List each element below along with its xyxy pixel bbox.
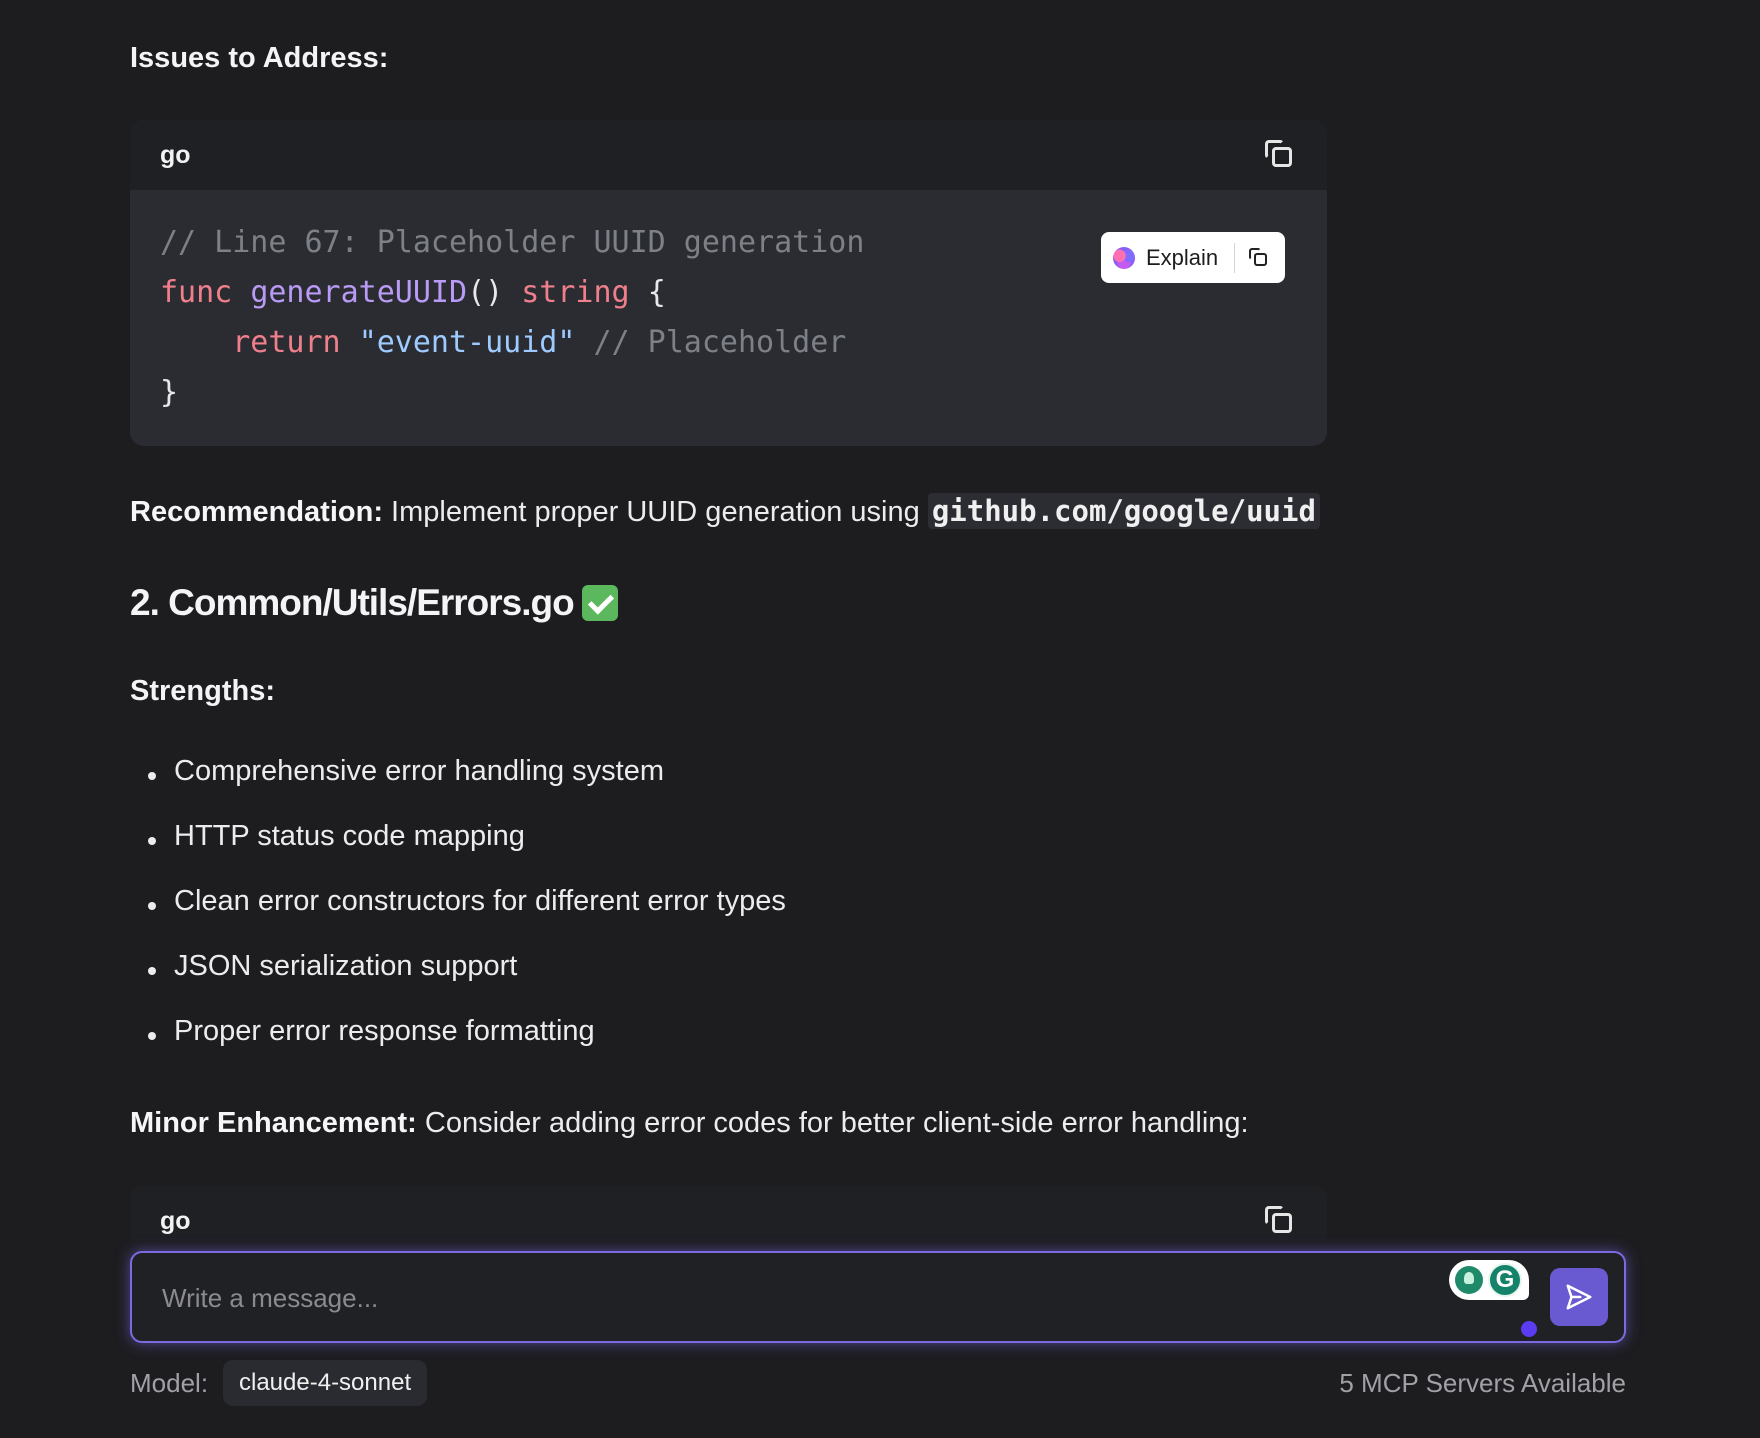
code-block: go — [130, 1186, 1327, 1240]
code-block-header: go — [130, 1186, 1327, 1240]
explain-label: Explain — [1146, 244, 1219, 270]
list-item-text: HTTP status code mapping — [174, 820, 525, 852]
toolbar-divider — [1234, 242, 1236, 273]
code-line: return "event-uuid" // Placeholder — [160, 318, 1297, 368]
list-item: Proper error response formatting — [148, 1015, 786, 1080]
composer-footer: Model: claude-4-sonnet 5 MCP Servers Ava… — [130, 1360, 1626, 1406]
writing-assistant-widget[interactable]: G — [1449, 1260, 1529, 1300]
code-block: go // Line 67: Placeholder UUID generati… — [130, 120, 1327, 446]
recommendation-label: Recommendation: — [130, 496, 383, 528]
copy-icon[interactable] — [1248, 247, 1270, 269]
code-keyword: return — [232, 325, 341, 360]
explain-toolbar: Explain — [1101, 232, 1285, 283]
lightbulb-icon[interactable] — [1455, 1266, 1483, 1294]
list-item-text: Comprehensive error handling system — [174, 755, 664, 787]
brain-icon — [1113, 246, 1135, 269]
code-punct: } — [160, 375, 179, 410]
message-input[interactable] — [162, 1277, 1422, 1319]
grammarly-icon[interactable]: G — [1488, 1263, 1522, 1297]
send-button[interactable] — [1550, 1268, 1608, 1326]
code-keyword: func — [160, 275, 233, 310]
check-mark-icon — [581, 585, 618, 621]
message-composer: G — [130, 1251, 1626, 1343]
code-comment: // Line 67: Placeholder UUID generation — [160, 225, 865, 260]
recommendation-paragraph: Recommendation: Implement proper UUID ge… — [130, 493, 1320, 529]
status-dot — [1521, 1321, 1537, 1337]
copy-code-icon[interactable] — [1263, 138, 1297, 172]
code-language-label: go — [160, 140, 191, 169]
enhancement-label: Minor Enhancement: — [130, 1107, 417, 1139]
list-item: HTTP status code mapping — [148, 820, 786, 885]
section-heading-text: 2. Common/Utils/Errors.go — [130, 582, 575, 623]
strengths-list: Comprehensive error handling system HTTP… — [148, 755, 786, 1080]
enhancement-text: Consider adding error codes for better c… — [416, 1107, 1249, 1139]
section-heading: 2. Common/Utils/Errors.go — [130, 582, 618, 624]
code-language-label: go — [160, 1206, 191, 1235]
code-punct: () — [467, 275, 504, 310]
code-function-name: generateUUID — [250, 275, 468, 310]
recommendation-text: Implement proper UUID generation using — [382, 496, 928, 528]
code-block-header: go — [130, 120, 1327, 190]
list-item: JSON serialization support — [148, 950, 786, 1015]
mcp-servers-status[interactable]: 5 MCP Servers Available — [1339, 1368, 1626, 1399]
issues-heading: Issues to Address: — [130, 42, 389, 74]
code-line: } — [160, 368, 1297, 418]
list-item: Clean error constructors for different e… — [148, 885, 786, 950]
inline-code: github.com/google/uuid — [927, 493, 1320, 529]
code-punct: { — [647, 275, 666, 310]
code-comment: // Placeholder — [593, 325, 847, 360]
code-string: "event-uuid" — [358, 325, 576, 360]
model-selector[interactable]: claude-4-sonnet — [223, 1360, 428, 1406]
list-item-text: Proper error response formatting — [174, 1015, 595, 1047]
send-icon — [1566, 1284, 1592, 1310]
explain-button[interactable]: Explain — [1101, 232, 1218, 283]
chat-transcript: Issues to Address: go // Line 67: Placeh… — [0, 0, 1760, 1240]
copy-code-icon[interactable] — [1263, 1204, 1297, 1238]
enhancement-paragraph: Minor Enhancement: Consider adding error… — [130, 1107, 1249, 1140]
list-item-text: JSON serialization support — [174, 950, 518, 982]
list-item: Comprehensive error handling system — [148, 755, 786, 820]
code-type: string — [521, 275, 630, 310]
model-label: Model: — [130, 1368, 209, 1398]
strengths-heading: Strengths: — [130, 675, 275, 707]
code-content: // Line 67: Placeholder UUID generation … — [130, 190, 1327, 446]
list-item-text: Clean error constructors for different e… — [174, 885, 786, 917]
